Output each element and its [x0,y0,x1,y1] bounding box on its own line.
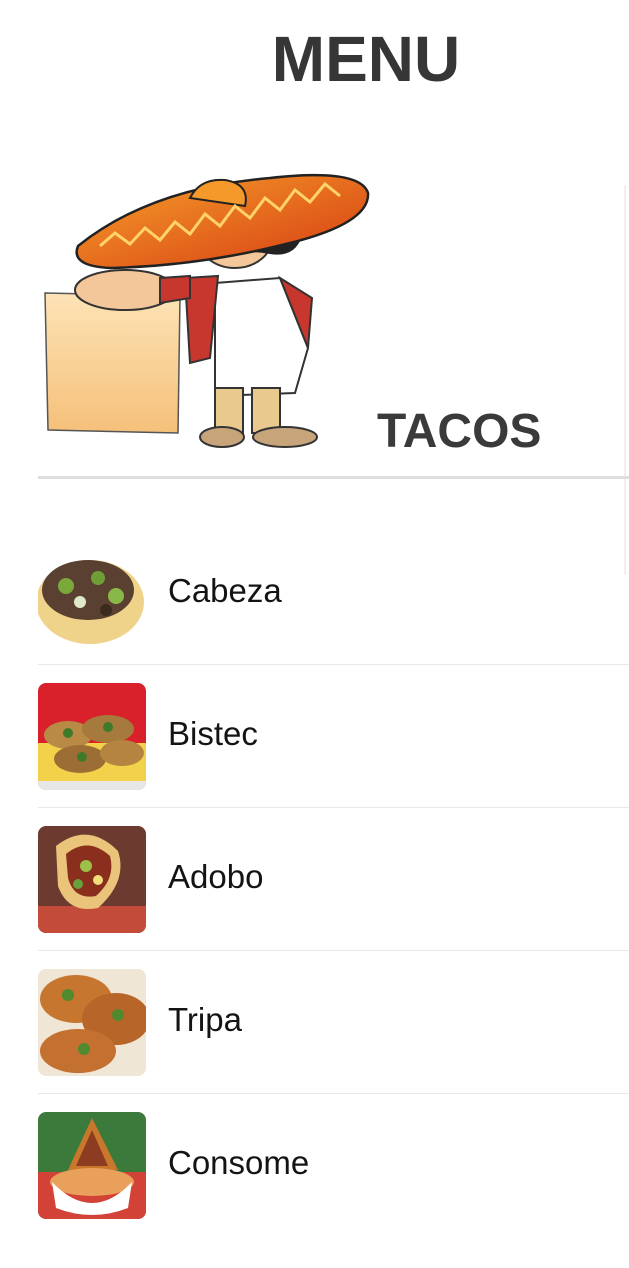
taco-tripa-photo [38,969,146,1076]
taco-bistec-photo [38,683,146,790]
menu-item-bistec[interactable]: Bistec [0,665,629,808]
menu-item-cabeza[interactable]: Cabeza [0,522,629,665]
taco-cabeza-photo [38,540,146,647]
taco-adobo-photo [38,826,146,933]
menu-item-label: Bistec [168,715,258,752]
menu-item-consome[interactable]: Consome [0,1094,629,1237]
mascot-chef-icon [44,173,370,448]
section-divider [38,476,629,479]
menu-item-adobo[interactable]: Adobo [0,808,629,951]
section-title: TACOS [377,405,542,458]
taco-consome-photo [38,1112,146,1219]
menu-item-label: Tripa [168,1001,242,1038]
menu-item-tripa[interactable]: Tripa [0,951,629,1094]
scrollbar [624,185,626,575]
menu-item-label: Cabeza [168,572,282,609]
page-title: MENU [271,23,461,95]
menu-item-label: Consome [168,1144,310,1181]
menu-item-label: Adobo [168,858,264,895]
